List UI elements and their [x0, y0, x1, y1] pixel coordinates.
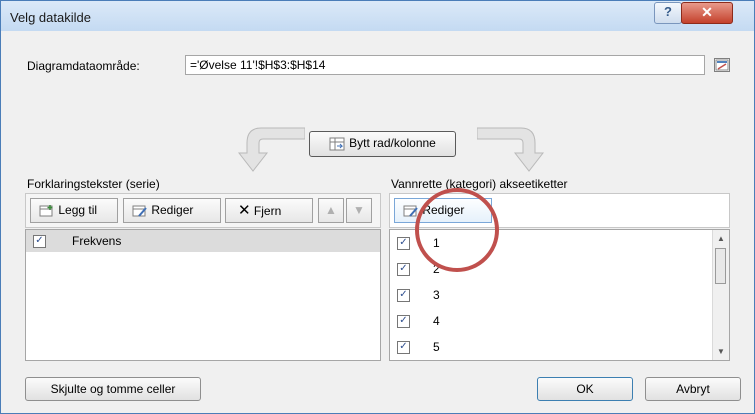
triangle-up-icon: ▲	[325, 203, 337, 217]
range-select-button[interactable]	[714, 58, 730, 72]
ok-button[interactable]: OK	[537, 377, 633, 401]
axis-label-row[interactable]: ✓ 3	[390, 282, 729, 308]
scroll-thumb[interactable]	[715, 248, 726, 284]
hidden-empty-cells-button[interactable]: Skjulte og tomme celler	[25, 377, 201, 401]
arrow-left-icon	[237, 127, 305, 172]
add-series-label: Legg til	[58, 203, 98, 217]
axis-label-checkbox[interactable]: ✓	[397, 289, 410, 302]
series-row[interactable]: ✓ Frekvens	[26, 230, 380, 252]
collapse-dialog-icon	[715, 59, 729, 71]
data-range-input[interactable]: ='Øvelse 11'!$H$3:$H$14	[185, 55, 705, 75]
title-bar: Velg datakilde ? ✕	[1, 1, 754, 31]
switch-row-column-label: Bytt rad/kolonne	[349, 136, 436, 150]
axis-label-checkbox[interactable]: ✓	[397, 263, 410, 276]
remove-icon: ✕	[238, 202, 251, 219]
data-range-label: Diagramdataområde:	[27, 59, 140, 73]
legend-series-title: Forklaringstekster (serie)	[27, 177, 160, 191]
add-series-icon	[39, 204, 53, 217]
switch-row-column-button[interactable]: Bytt rad/kolonne	[309, 131, 456, 157]
axis-list-scrollbar[interactable]: ▲ ▼	[712, 230, 729, 360]
axis-label-value: 3	[433, 288, 440, 302]
remove-series-label: Fjern	[253, 204, 282, 218]
edit-series-label: Rediger	[151, 203, 194, 217]
legend-toolbar: Legg til Rediger ✕ Fjern ▲ ▼	[25, 193, 381, 228]
switch-row-column-icon	[329, 137, 345, 151]
series-list: ✓ Frekvens	[25, 229, 381, 361]
axis-label-checkbox[interactable]: ✓	[397, 315, 410, 328]
axis-label-checkbox[interactable]: ✓	[397, 341, 410, 354]
add-series-button[interactable]: Legg til	[30, 198, 118, 223]
series-name: Frekvens	[72, 234, 122, 248]
close-button[interactable]: ✕	[681, 2, 733, 24]
edit-series-icon	[132, 205, 147, 217]
hidden-empty-cells-label: Skjulte og tomme celler	[50, 382, 176, 396]
ok-label: OK	[576, 382, 594, 396]
cancel-button[interactable]: Avbryt	[645, 377, 741, 401]
axis-label-checkbox[interactable]: ✓	[397, 237, 410, 250]
scroll-down-icon[interactable]: ▼	[717, 347, 725, 356]
axis-label-row[interactable]: ✓ 4	[390, 308, 729, 334]
triangle-down-icon: ▼	[353, 203, 365, 217]
remove-series-button[interactable]: ✕ Fjern	[225, 198, 313, 223]
dialog-body: Diagramdataområde: ='Øvelse 11'!$H$3:$H$…	[9, 31, 746, 405]
axis-label-value: 4	[433, 314, 440, 328]
cancel-label: Avbryt	[676, 382, 710, 396]
move-down-button[interactable]: ▼	[346, 198, 372, 223]
dialog-title: Velg datakilde	[10, 10, 91, 25]
axis-label-value: 5	[433, 340, 440, 354]
scroll-up-icon[interactable]: ▲	[717, 234, 725, 243]
edit-series-button[interactable]: Rediger	[123, 198, 221, 223]
axis-label-row[interactable]: ✓ 5	[390, 334, 729, 360]
move-up-button[interactable]: ▲	[318, 198, 344, 223]
highlight-circle-icon	[415, 188, 499, 272]
series-checkbox[interactable]: ✓	[33, 235, 46, 248]
help-button[interactable]: ?	[654, 2, 682, 24]
arrow-right-icon	[477, 127, 545, 172]
select-data-source-dialog: Velg datakilde ? ✕ Diagramdataområde: ='…	[0, 0, 755, 414]
